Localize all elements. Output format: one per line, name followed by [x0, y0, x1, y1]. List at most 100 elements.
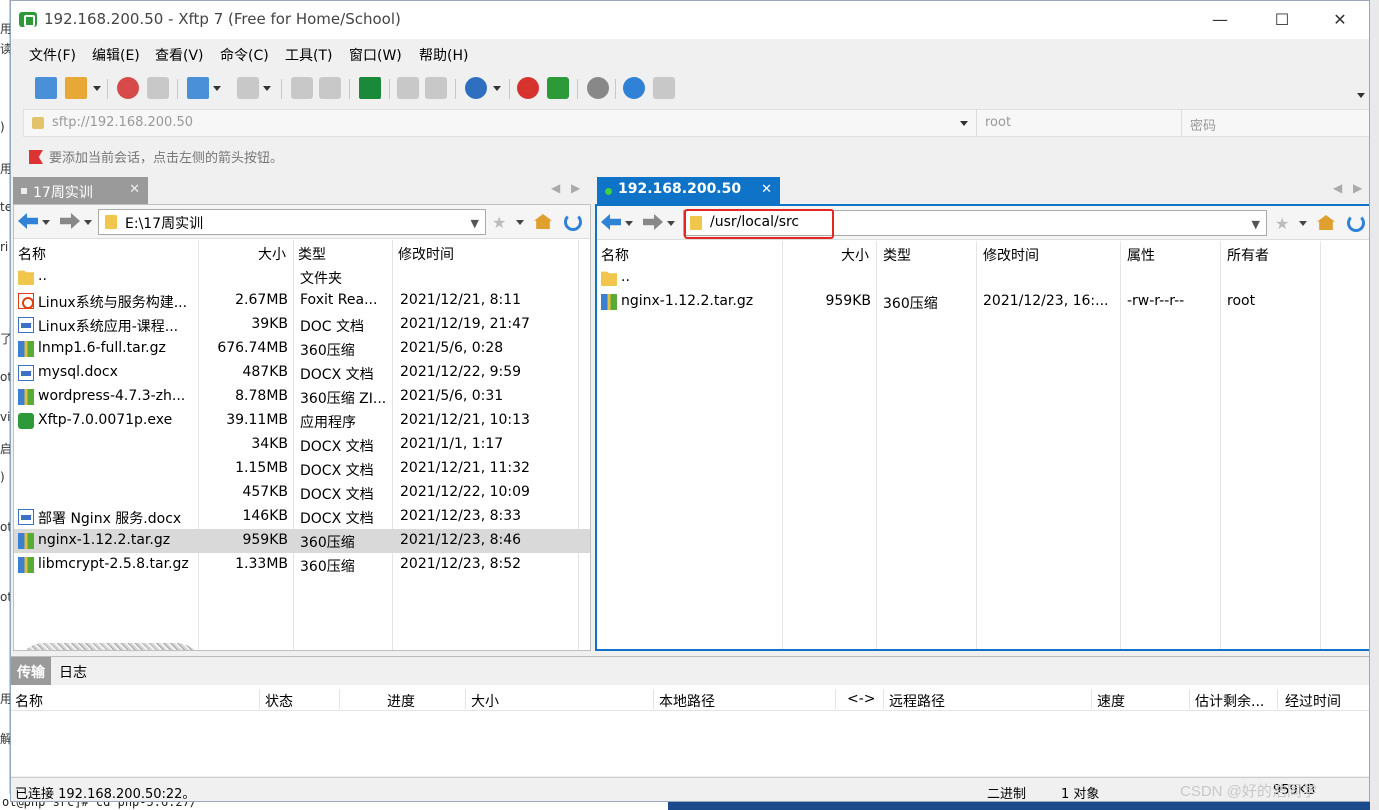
new-session-icon[interactable]	[35, 77, 57, 99]
table-row[interactable]: Linux系统应用-课程... 39KB DOC 文档 2021/12/19, 21:…	[14, 313, 590, 337]
remote-col-type[interactable]: 类型	[883, 245, 911, 265]
settings-gear-icon[interactable]	[587, 77, 609, 99]
path-dropdown-icon[interactable]: ▼	[471, 217, 479, 230]
remote-col-attr[interactable]: 属性	[1127, 245, 1155, 265]
tcol-speed[interactable]: 速度	[1097, 691, 1125, 711]
tcol-local-path[interactable]: 本地路径	[659, 691, 715, 711]
layout-dropdown-icon[interactable]	[263, 86, 271, 91]
globe-icon[interactable]	[465, 77, 487, 99]
properties-icon[interactable]	[291, 77, 313, 99]
table-row[interactable]: 457KB DOCX 文档 2021/12/22, 10:09	[14, 481, 590, 505]
xshell-icon[interactable]	[517, 77, 539, 99]
url-dropdown-icon[interactable]	[960, 121, 968, 126]
tab-local[interactable]: 17周实训 ✕	[13, 177, 148, 204]
close-button[interactable]: ✕	[1317, 1, 1363, 39]
remote-tab-next-icon[interactable]: ▶	[1353, 181, 1362, 195]
refresh-icon[interactable]	[564, 213, 582, 231]
col-type[interactable]: 类型	[298, 244, 326, 264]
remote-col-owner[interactable]: 所有者	[1227, 245, 1269, 265]
open-folder-icon[interactable]	[65, 77, 87, 99]
tab-local-close-icon[interactable]: ✕	[129, 182, 140, 197]
col-modified[interactable]: 修改时间	[398, 244, 454, 264]
remote-forward-arrow-icon[interactable]	[643, 214, 663, 230]
remote-back-dropdown-icon[interactable]	[625, 221, 633, 226]
table-row[interactable]: .. 文件夹	[14, 265, 590, 289]
col-name[interactable]: 名称	[18, 244, 46, 264]
tcol-eta[interactable]: 估计剩余...	[1195, 691, 1264, 711]
reconnect-icon[interactable]	[147, 77, 169, 99]
tcol-status[interactable]: 状态	[265, 691, 293, 711]
menu-view[interactable]: 查看(V)	[155, 45, 204, 65]
tcol-remote-path[interactable]: 远程路径	[889, 691, 945, 711]
remote-col-size[interactable]: 大小	[841, 245, 869, 265]
copy-icon[interactable]	[397, 77, 419, 99]
remote-back-arrow-icon[interactable]	[601, 214, 621, 230]
host-url-input[interactable]: sftp://192.168.200.50	[52, 115, 193, 130]
flag-icon[interactable]	[29, 150, 43, 164]
chat-icon[interactable]	[653, 77, 675, 99]
xftp-icon[interactable]	[547, 77, 569, 99]
table-row[interactable]: lnmp1.6-full.tar.gz 676.74MB 360压缩 2021/5/6…	[14, 337, 590, 361]
forward-arrow-icon[interactable]	[60, 213, 80, 229]
tab-remote-close-icon[interactable]: ✕	[761, 182, 772, 197]
tcol-elapsed[interactable]: 经过时间	[1285, 691, 1341, 711]
username-input[interactable]: root	[976, 110, 1181, 136]
layout-icon[interactable]	[237, 77, 259, 99]
col-size[interactable]: 大小	[258, 244, 286, 264]
toolbar-overflow-icon[interactable]	[1357, 93, 1365, 98]
tcol-progress[interactable]: 进度	[387, 691, 415, 711]
table-row[interactable]: Xftp-7.0.0071p.exe 39.11MB 应用程序 2021/12/21,…	[14, 409, 590, 433]
globe-dropdown-icon[interactable]	[493, 86, 501, 91]
tcol-size[interactable]: 大小	[471, 691, 499, 711]
table-row[interactable]: nginx-1.12.2.tar.gz 959KB 360压缩 2021/12/23,…	[14, 529, 590, 553]
remote-path-dropdown-icon[interactable]: ▼	[1252, 218, 1260, 231]
new-window-icon[interactable]	[187, 77, 209, 99]
paste-icon[interactable]	[425, 77, 447, 99]
home-icon[interactable]	[534, 214, 552, 229]
disconnect-icon[interactable]	[117, 77, 139, 99]
favorite-dropdown-icon[interactable]	[516, 220, 524, 225]
remote-col-modified[interactable]: 修改时间	[983, 245, 1039, 265]
forward-dropdown-icon[interactable]	[84, 220, 92, 225]
maximize-button[interactable]: ☐	[1259, 1, 1305, 39]
tab-prev-icon[interactable]: ◀	[551, 181, 560, 195]
window-dropdown-icon[interactable]	[213, 86, 221, 91]
table-row[interactable]: nginx-1.12.2.tar.gz 959KB 360压缩 2021/12/23,…	[597, 290, 1369, 314]
tab-log[interactable]: 日志	[53, 657, 93, 685]
sync-arrows-icon[interactable]	[359, 77, 381, 99]
remote-col-name[interactable]: 名称	[601, 245, 629, 265]
back-arrow-icon[interactable]	[18, 213, 38, 229]
table-row[interactable]: wordpress-4.7.3-zh... 8.78MB 360压缩 ZI... 20…	[14, 385, 590, 409]
tcol-direction[interactable]: <->	[847, 691, 876, 707]
menu-edit[interactable]: 编辑(E)	[92, 45, 140, 65]
table-row[interactable]: 部署 Nginx 服务.docx 146KB DOCX 文档 2021/12/23, …	[14, 505, 590, 529]
menu-help[interactable]: 帮助(H)	[419, 45, 468, 65]
back-dropdown-icon[interactable]	[42, 220, 50, 225]
table-row[interactable]: libmcrypt-2.5.8.tar.gz 1.33MB 360压缩 2021/12…	[14, 553, 590, 577]
menu-command[interactable]: 命令(C)	[220, 45, 269, 65]
password-input[interactable]: 密码	[1181, 110, 1369, 136]
tab-next-icon[interactable]: ▶	[571, 181, 580, 195]
info-icon[interactable]	[319, 77, 341, 99]
tcol-name[interactable]: 名称	[15, 691, 43, 711]
remote-refresh-icon[interactable]	[1347, 214, 1365, 232]
remote-home-icon[interactable]	[1317, 215, 1335, 230]
menu-tools[interactable]: 工具(T)	[285, 45, 332, 65]
table-row[interactable]: ..	[597, 266, 1369, 290]
tab-remote[interactable]: 192.168.200.50 ✕	[597, 177, 780, 204]
table-row[interactable]: Linux系统与服务构建... 2.67MB Foxit Rea... 2021/12…	[14, 289, 590, 313]
menu-window[interactable]: 窗口(W)	[349, 45, 402, 65]
help-icon[interactable]	[623, 77, 645, 99]
open-dropdown-icon[interactable]	[93, 86, 101, 91]
remote-favorite-dropdown-icon[interactable]	[1299, 221, 1307, 226]
tab-transfer[interactable]: 传输	[11, 657, 51, 685]
remote-favorite-star-icon[interactable]: ★	[1275, 214, 1289, 233]
remote-tab-prev-icon[interactable]: ◀	[1333, 181, 1342, 195]
favorite-star-icon[interactable]: ★	[492, 213, 506, 232]
menu-file[interactable]: 文件(F)	[29, 45, 76, 65]
table-row[interactable]: 1.15MB DOCX 文档 2021/12/21, 11:32	[14, 457, 590, 481]
remote-forward-dropdown-icon[interactable]	[667, 221, 675, 226]
local-path-input[interactable]: E:\17周实训 ▼	[98, 209, 486, 235]
table-row[interactable]: 34KB DOCX 文档 2021/1/1, 1:17	[14, 433, 590, 457]
table-row[interactable]: mysql.docx 487KB DOCX 文档 2021/12/22, 9:59	[14, 361, 590, 385]
